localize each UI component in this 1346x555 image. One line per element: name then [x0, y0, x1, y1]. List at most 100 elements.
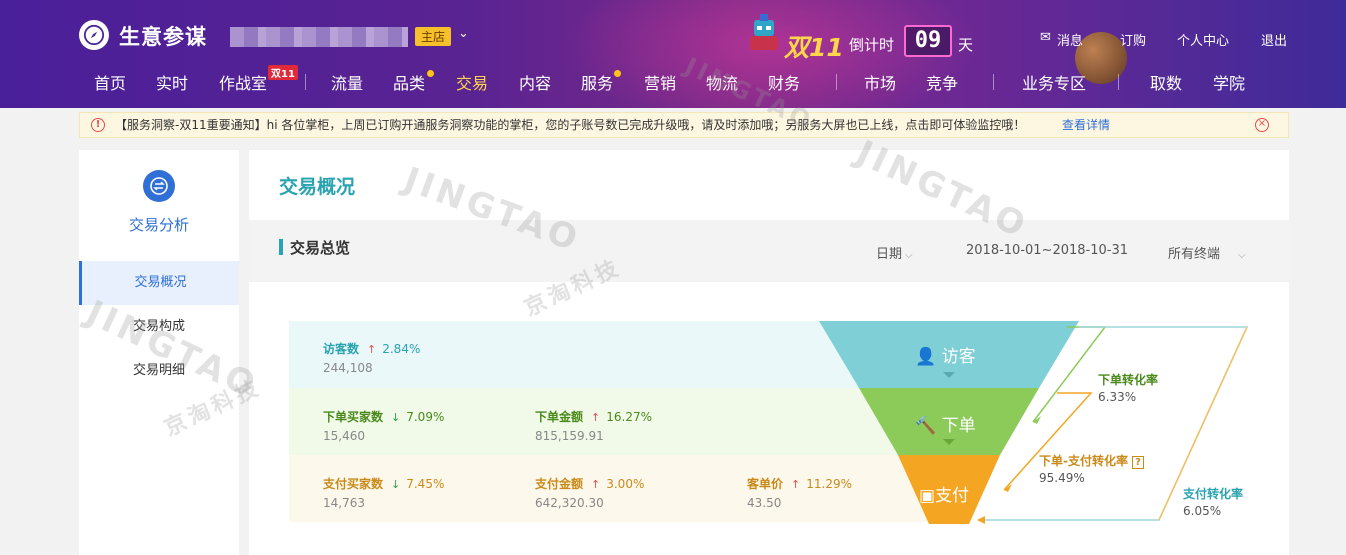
notice-more-link[interactable]: 查看详情 — [1062, 113, 1110, 137]
top-link-messages[interactable]: 消息 — [1057, 30, 1083, 49]
nav-home[interactable]: 首页 — [94, 70, 126, 94]
funnel-label-payment: ▣支付 — [919, 481, 969, 506]
user-icon: 👤 — [915, 347, 942, 367]
arrow-down-icon: ↓ — [391, 411, 401, 424]
nav-new-dot — [614, 70, 621, 77]
message-icon[interactable]: ✉ — [1040, 30, 1051, 45]
sidebar: 交易分析 交易概况 交易构成 交易明细 — [79, 150, 239, 555]
sidebar-item-composition[interactable]: 交易构成 — [79, 305, 239, 349]
conversion-value: 6.33% — [1098, 390, 1137, 404]
nav-business-zone[interactable]: 业务专区 — [1022, 70, 1086, 94]
arrow-down-icon: ↓ — [391, 478, 401, 491]
main-nav: 首页 实时 作战室 双11 流量 品类 交易 内容 服务 营销 物流 财务 市场… — [0, 65, 1346, 96]
date-range-picker[interactable]: 2018-10-01~2018-10-31 — [966, 243, 1128, 258]
top-header: 生意参谋 主店 ⌄ 双11 倒计时 09 天 ✉ 消息 订购 个人中心 退出 首… — [0, 0, 1346, 108]
metric-change: 7.09% — [406, 410, 445, 424]
metric-pay-buyers: 支付买家数 ↓ 7.45% 14,763 — [323, 475, 444, 510]
main-panel: 交易概况 交易总览 日期 ⌵ 2018-10-01~2018-10-31 所有终端… — [249, 150, 1289, 555]
funnel-label-visitors: 👤 访客 — [915, 342, 976, 367]
shop-name-blurred — [230, 27, 408, 47]
notice-text: 【服务洞察-双11重要通知】hi 各位掌柜，上周已订购开通服务洞察功能的掌柜，您… — [115, 118, 1026, 132]
metric-order-amount: 下单金额 ↑ 16.27% 815,159.91 — [535, 408, 652, 443]
card-icon: ▣ — [919, 486, 936, 506]
metric-name: 支付金额 — [535, 477, 584, 491]
nav-competition[interactable]: 竞争 — [926, 70, 958, 94]
nav-data-fetch[interactable]: 取数 — [1150, 70, 1182, 94]
nav-marketing[interactable]: 营销 — [644, 70, 676, 94]
terminal-dropdown[interactable]: 所有终端 ⌵ — [1168, 243, 1246, 262]
nav-finance[interactable]: 财务 — [768, 70, 800, 94]
nav-service[interactable]: 服务 — [581, 70, 613, 94]
arrow-up-icon: ↑ — [591, 411, 601, 424]
nav-war-room[interactable]: 作战室 — [219, 70, 267, 94]
metric-name: 下单金额 — [535, 410, 584, 424]
nav-trade[interactable]: 交易 — [456, 70, 488, 94]
arrow-up-icon: ↑ — [791, 478, 801, 491]
warning-icon: ! — [91, 118, 105, 132]
funnel-label-orders: 🔨 下单 — [915, 411, 976, 436]
chevron-down-icon: ⌵ — [1238, 250, 1246, 261]
arrow-up-icon: ↑ — [367, 343, 377, 356]
chevron-down-icon[interactable]: ⌄ — [458, 26, 469, 41]
sidebar-item-overview[interactable]: 交易概况 — [79, 261, 239, 305]
metric-change: 16.27% — [606, 410, 652, 424]
nav-category[interactable]: 品类 — [393, 70, 425, 94]
compass-icon[interactable] — [79, 20, 109, 50]
chevron-down-icon: ⌵ — [905, 250, 913, 261]
help-icon[interactable]: ? — [1132, 456, 1144, 469]
conversion-order-pay: 下单-支付转化率 ? 95.49% — [1039, 452, 1144, 485]
metric-value: 14,763 — [323, 496, 365, 510]
nav-academy[interactable]: 学院 — [1213, 70, 1245, 94]
page-title: 交易概况 — [279, 176, 356, 198]
date-type-label: 日期 — [876, 247, 903, 262]
arrow-head — [977, 516, 985, 524]
section-marker — [279, 239, 283, 255]
nav-content[interactable]: 内容 — [519, 70, 551, 94]
robot-mascot-icon — [750, 14, 778, 50]
notice-bar: ! 【服务洞察-双11重要通知】hi 各位掌柜，上周已订购开通服务洞察功能的掌柜… — [79, 112, 1289, 138]
metric-name: 访客数 — [323, 342, 360, 356]
nav-market[interactable]: 市场 — [864, 70, 896, 94]
metric-value: 815,159.91 — [535, 429, 604, 443]
section-title: 交易总览 — [290, 239, 351, 257]
conversion-value: 95.49% — [1039, 471, 1085, 485]
sidebar-item-details[interactable]: 交易明细 — [79, 349, 239, 393]
metric-name: 下单买家数 — [323, 410, 384, 424]
exchange-icon — [143, 170, 175, 202]
brand-title[interactable]: 生意参谋 — [119, 21, 207, 51]
double-11-logo[interactable]: 双11 — [784, 28, 844, 64]
metric-name: 支付买家数 — [323, 477, 384, 491]
close-icon[interactable]: × — [1255, 118, 1269, 132]
hammer-icon: 🔨 — [915, 416, 942, 436]
nav-traffic[interactable]: 流量 — [331, 70, 363, 94]
funnel-stage-name: 访客 — [941, 347, 976, 367]
conversion-name: 下单转化率 — [1098, 373, 1159, 387]
conversion-name: 支付转化率 — [1183, 487, 1244, 501]
top-link-subscribe[interactable]: 订购 — [1120, 30, 1146, 49]
funnel-stage-name: 支付 — [935, 486, 970, 506]
top-link-profile[interactable]: 个人中心 — [1177, 30, 1229, 49]
metric-value: 642,320.30 — [535, 496, 604, 510]
metric-pay-amount: 支付金额 ↑ 3.00% 642,320.30 — [535, 475, 644, 510]
funnel-stage-name: 下单 — [941, 416, 976, 436]
metric-value: 244,108 — [323, 361, 373, 375]
countdown-unit: 天 — [958, 36, 974, 54]
metric-value: 15,460 — [323, 429, 365, 443]
nav-realtime[interactable]: 实时 — [156, 70, 188, 94]
metric-change: 2.84% — [382, 342, 421, 356]
top-link-logout[interactable]: 退出 — [1261, 30, 1287, 49]
arrow-up-icon: ↑ — [591, 478, 601, 491]
terminal-label: 所有终端 — [1168, 247, 1221, 262]
sidebar-title: 交易分析 — [128, 216, 189, 234]
nav-logistics[interactable]: 物流 — [706, 70, 738, 94]
section-header: 交易总览 日期 ⌵ 2018-10-01~2018-10-31 所有终端 ⌵ — [249, 220, 1289, 282]
double-11-tag: 双11 — [268, 65, 298, 80]
metric-visitors: 访客数 ↑ 2.84% 244,108 — [323, 340, 420, 375]
main-store-badge: 主店 — [415, 27, 452, 46]
date-type-dropdown[interactable]: 日期 ⌵ — [876, 243, 913, 262]
conversion-order: 下单转化率 6.33% — [1098, 371, 1158, 404]
nav-divider — [836, 74, 837, 90]
nav-divider — [1118, 74, 1119, 90]
metric-change: 3.00% — [606, 477, 645, 491]
countdown-value: 09 — [904, 25, 952, 57]
